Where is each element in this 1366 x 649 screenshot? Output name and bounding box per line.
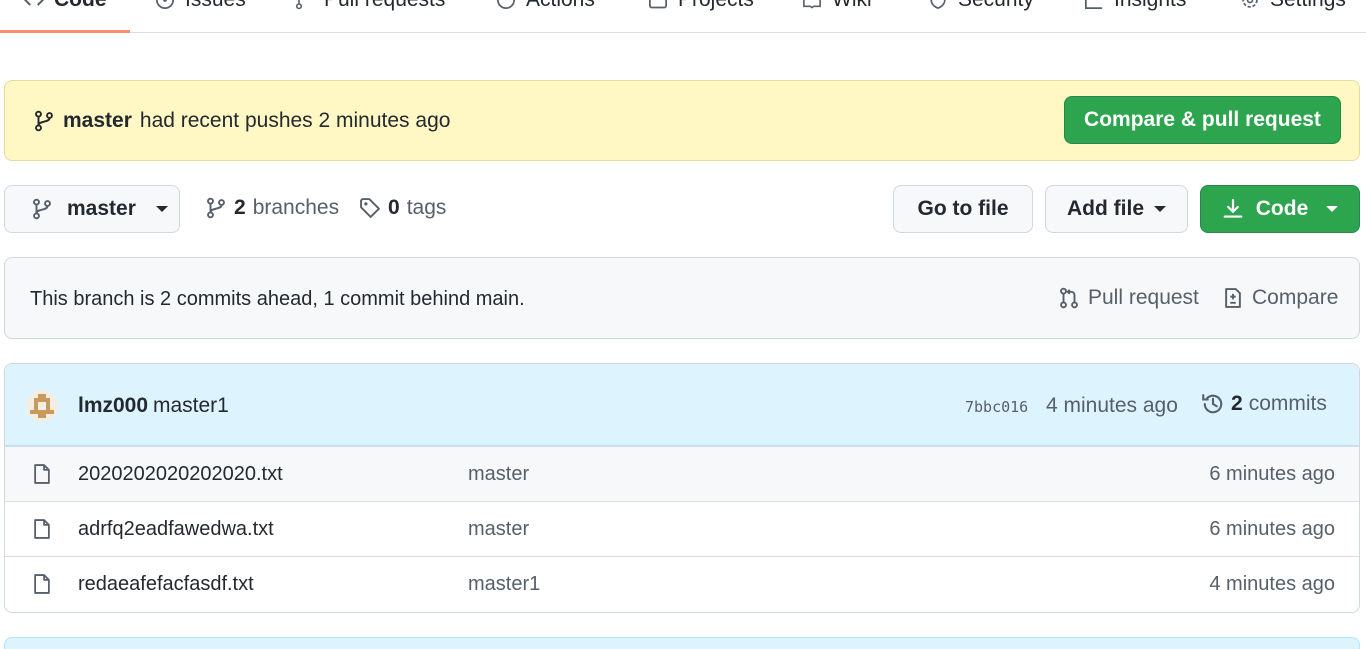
tab-label: Security xyxy=(958,0,1034,12)
tab-projects[interactable]: Projects xyxy=(648,0,754,16)
identicon-icon xyxy=(30,394,54,418)
book-icon xyxy=(803,0,821,9)
file-icon xyxy=(34,519,50,539)
branch-status-text: This branch is 2 commits ahead, 1 commit… xyxy=(30,288,525,310)
tab-issues[interactable]: Issues xyxy=(155,0,246,16)
file-commit-message[interactable]: master xyxy=(468,463,529,486)
tab-wiki[interactable]: Wiki xyxy=(802,0,872,16)
push-banner-text: had recent pushes 2 minutes ago xyxy=(139,109,451,132)
current-branch-label: master xyxy=(67,197,136,220)
tab-settings[interactable]: Settings xyxy=(1240,0,1346,16)
tags-count: 0 xyxy=(388,196,400,219)
shield-icon xyxy=(930,0,946,9)
compare-label: Compare xyxy=(1252,286,1339,309)
branches-count: 2 xyxy=(234,196,246,219)
tab-label: Issues xyxy=(185,0,246,12)
branches-link[interactable]: 2 branches xyxy=(205,196,339,220)
tab-label: Settings xyxy=(1270,0,1346,12)
code-button-label: Code xyxy=(1255,197,1309,220)
file-commit-message[interactable]: master1 xyxy=(468,573,540,596)
tab-label: Insights xyxy=(1114,0,1186,12)
table-row[interactable]: adrfq2eadfawedwa.txt master 6 minutes ag… xyxy=(5,501,1359,556)
recent-push-banner: master had recent pushes 2 minutes ago C… xyxy=(4,80,1360,161)
add-file-label: Add file xyxy=(1067,197,1144,220)
commits-count: 2 xyxy=(1231,392,1243,415)
file-icon xyxy=(34,464,50,484)
file-commit-message[interactable]: master xyxy=(468,518,529,541)
play-icon xyxy=(497,0,515,9)
chevron-down-icon xyxy=(155,206,168,212)
git-branch-icon xyxy=(207,197,225,219)
pull-request-label: Pull request xyxy=(1088,286,1199,309)
selected-tab-indicator xyxy=(0,30,130,33)
tab-label: Pull requests xyxy=(324,0,445,12)
commit-age: 4 minutes ago xyxy=(1046,394,1178,417)
go-to-file-button[interactable]: Go to file xyxy=(893,185,1033,233)
chevron-down-icon xyxy=(1154,206,1166,212)
tab-insights[interactable]: Insights xyxy=(1084,0,1186,16)
compare-pull-request-button[interactable]: Compare & pull request xyxy=(1064,96,1341,144)
code-icon xyxy=(24,0,44,6)
commits-label: commits xyxy=(1248,392,1327,415)
tab-label: Code xyxy=(54,0,107,12)
pull-request-icon xyxy=(1060,287,1078,309)
file-name[interactable]: redaeafefacfasdf.txt xyxy=(78,573,254,596)
recent-push-message: master had recent pushes 2 minutes ago xyxy=(33,109,450,133)
commit-author[interactable]: lmz000 xyxy=(78,394,148,418)
table-icon xyxy=(649,0,667,9)
latest-commit-bar: lmz000 master1 7bbc016 4 minutes ago 2 c… xyxy=(5,364,1359,446)
commit-message[interactable]: master1 xyxy=(153,394,229,418)
compare-link[interactable]: Compare xyxy=(1222,286,1338,310)
history-icon xyxy=(1202,393,1223,414)
add-file-button[interactable]: Add file xyxy=(1045,185,1188,233)
commit-history-link[interactable]: 2 commits xyxy=(1201,392,1327,416)
gear-icon xyxy=(1242,0,1258,8)
tab-security[interactable]: Security xyxy=(928,0,1034,16)
tab-label: Wiki xyxy=(832,0,872,12)
git-branch-icon xyxy=(33,198,51,220)
tab-label: Projects xyxy=(678,0,754,12)
git-branch-icon xyxy=(35,110,53,132)
tab-actions[interactable]: Actions xyxy=(496,0,595,16)
file-age: 6 minutes ago xyxy=(1209,518,1335,540)
tab-label: Actions xyxy=(526,0,595,12)
avatar[interactable] xyxy=(26,390,58,422)
branch-comparison-box: This branch is 2 commits ahead, 1 commit… xyxy=(4,257,1360,339)
tab-code[interactable]: Code xyxy=(24,0,107,16)
chevron-down-icon xyxy=(1326,206,1339,212)
pushed-branch-name[interactable]: master xyxy=(63,109,132,133)
table-row[interactable]: redaeafefacfasdf.txt master1 4 minutes a… xyxy=(5,556,1359,611)
pull-request-link[interactable]: Pull request xyxy=(1058,286,1199,310)
commit-sha[interactable]: 7bbc016 xyxy=(965,398,1028,416)
file-age: 6 minutes ago xyxy=(1209,463,1335,485)
file-name[interactable]: adrfq2eadfawedwa.txt xyxy=(78,518,274,541)
file-listing: lmz000 master1 7bbc016 4 minutes ago 2 c… xyxy=(4,363,1360,613)
tag-icon xyxy=(360,198,380,218)
file-icon xyxy=(34,574,50,594)
readme-header xyxy=(4,637,1360,649)
file-name[interactable]: 2020202020202020.txt xyxy=(78,463,283,486)
pull-request-icon xyxy=(295,0,303,10)
tags-link[interactable]: 0 tags xyxy=(359,196,446,220)
issue-icon xyxy=(156,0,174,9)
repo-tab-nav: Code Issues Pull requests Actions Projec… xyxy=(0,0,1366,33)
file-age: 4 minutes ago xyxy=(1209,573,1335,595)
tags-label: tags xyxy=(406,196,447,219)
branches-label: branches xyxy=(252,196,340,219)
graph-icon xyxy=(1085,0,1103,9)
branch-select-menu[interactable]: master xyxy=(4,185,180,233)
table-row[interactable]: 2020202020202020.txt master 6 minutes ag… xyxy=(5,446,1359,501)
code-dropdown-button[interactable]: Code xyxy=(1200,185,1360,233)
tab-pull-requests[interactable]: Pull requests xyxy=(294,0,445,16)
download-icon xyxy=(1223,198,1243,218)
file-diff-icon xyxy=(1225,288,1241,308)
